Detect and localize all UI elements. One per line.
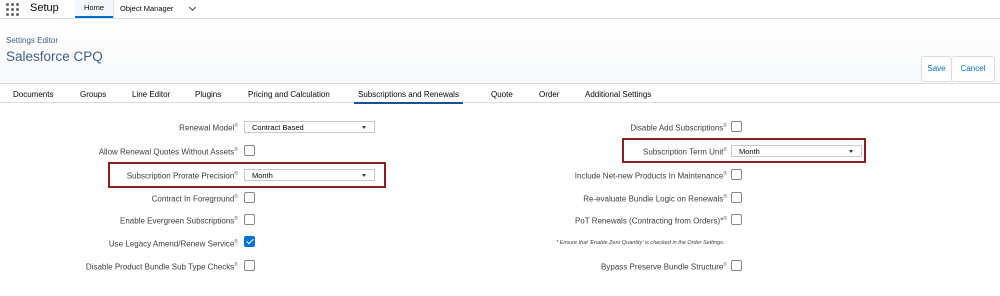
nav-tab-home[interactable]: Home bbox=[75, 0, 113, 18]
tab-pricing-and-calculation[interactable]: Pricing and Calculation bbox=[248, 90, 330, 99]
info-icon[interactable]: ® bbox=[723, 216, 727, 222]
bypass-checkbox[interactable] bbox=[731, 260, 742, 271]
caret-down-icon bbox=[849, 150, 853, 153]
info-icon[interactable]: ® bbox=[723, 123, 727, 129]
pot-renewals-checkbox[interactable] bbox=[731, 214, 742, 225]
select-value: Month bbox=[252, 171, 273, 180]
reevaluate-label: Re-evaluate Bundle Logic on Renewals® bbox=[583, 194, 727, 204]
term-unit-label: Subscription Term Unit® bbox=[642, 147, 727, 157]
global-header: Setup Home Object Manager bbox=[0, 0, 1000, 19]
info-icon[interactable]: ® bbox=[234, 239, 238, 245]
save-button[interactable]: Save bbox=[921, 56, 952, 82]
app-name: Setup bbox=[30, 2, 59, 14]
net-new-label: Include Net-new Products In Maintenance® bbox=[574, 171, 727, 181]
bypass-label: Bypass Preserve Bundle Structure® bbox=[601, 262, 727, 272]
settings-tabs: Documents Groups Line Editor Plugins Pri… bbox=[0, 85, 1000, 104]
info-icon[interactable]: ® bbox=[723, 194, 727, 200]
info-icon[interactable]: ® bbox=[723, 147, 727, 153]
select-value: Contract Based bbox=[252, 123, 304, 132]
caret-down-icon bbox=[362, 174, 366, 177]
contract-foreground-label: Contract In Foreground® bbox=[151, 194, 238, 204]
breadcrumb[interactable]: Settings Editor bbox=[6, 36, 58, 45]
allow-renewal-quotes-label: Allow Renewal Quotes Without Assets® bbox=[98, 147, 238, 157]
disable-add-subs-label: Disable Add Subscriptions® bbox=[630, 123, 727, 133]
prorate-precision-select[interactable]: Month bbox=[244, 169, 375, 181]
disable-bundle-checks-label: Disable Product Bundle Sub Type Checks® bbox=[85, 262, 238, 272]
app-launcher-icon[interactable] bbox=[6, 3, 20, 16]
chevron-down-icon[interactable] bbox=[188, 3, 197, 12]
legacy-amend-checkbox[interactable] bbox=[244, 236, 255, 247]
info-icon[interactable]: ® bbox=[234, 194, 238, 200]
info-icon[interactable]: ® bbox=[234, 123, 238, 129]
tab-additional-settings[interactable]: Additional Settings bbox=[585, 90, 651, 99]
tab-order[interactable]: Order bbox=[539, 90, 559, 99]
evergreen-checkbox[interactable] bbox=[244, 214, 255, 225]
tab-plugins[interactable]: Plugins bbox=[195, 90, 221, 99]
tab-groups[interactable]: Groups bbox=[80, 90, 106, 99]
pot-renewals-label: PoT Renewals (Contracting from Orders)*® bbox=[574, 216, 727, 226]
legacy-amend-label: Use Legacy Amend/Renew Service® bbox=[108, 239, 238, 249]
info-icon[interactable]: ® bbox=[723, 262, 727, 268]
contract-foreground-checkbox[interactable] bbox=[244, 192, 255, 203]
nav-tab-label: Object Manager bbox=[120, 4, 174, 13]
info-icon[interactable]: ® bbox=[234, 171, 238, 177]
page-header: Settings Editor Salesforce CPQ Save Canc… bbox=[0, 19, 1000, 84]
info-icon[interactable]: ® bbox=[234, 147, 238, 153]
renewal-model-select[interactable]: Contract Based bbox=[244, 121, 375, 133]
cancel-button[interactable]: Cancel bbox=[952, 56, 995, 82]
term-unit-select[interactable]: Month bbox=[731, 145, 862, 157]
tab-documents[interactable]: Documents bbox=[13, 90, 53, 99]
renewal-model-label: Renewal Model® bbox=[179, 123, 238, 133]
nav-tab-object-manager[interactable]: Object Manager bbox=[113, 0, 201, 18]
order-settings-note: * Ensure that 'Enable Zero Quantity' is … bbox=[556, 240, 725, 246]
info-icon[interactable]: ® bbox=[234, 262, 238, 268]
evergreen-label: Enable Evergreen Subscriptions® bbox=[120, 216, 238, 226]
net-new-checkbox[interactable] bbox=[731, 169, 742, 180]
select-value: Month bbox=[739, 147, 760, 156]
tab-quote[interactable]: Quote bbox=[491, 90, 513, 99]
disable-add-subs-checkbox[interactable] bbox=[731, 121, 742, 132]
caret-down-icon bbox=[362, 126, 366, 129]
reevaluate-checkbox[interactable] bbox=[731, 192, 742, 203]
tab-subscriptions-and-renewals[interactable]: Subscriptions and Renewals bbox=[354, 90, 463, 104]
disable-bundle-checks-checkbox[interactable] bbox=[244, 260, 255, 271]
page-title: Salesforce CPQ bbox=[6, 49, 103, 64]
info-icon[interactable]: ® bbox=[234, 216, 238, 222]
allow-renewal-quotes-checkbox[interactable] bbox=[244, 145, 255, 156]
tab-line-editor[interactable]: Line Editor bbox=[132, 90, 170, 99]
info-icon[interactable]: ® bbox=[723, 171, 727, 177]
prorate-precision-label: Subscription Prorate Precision® bbox=[126, 171, 238, 181]
